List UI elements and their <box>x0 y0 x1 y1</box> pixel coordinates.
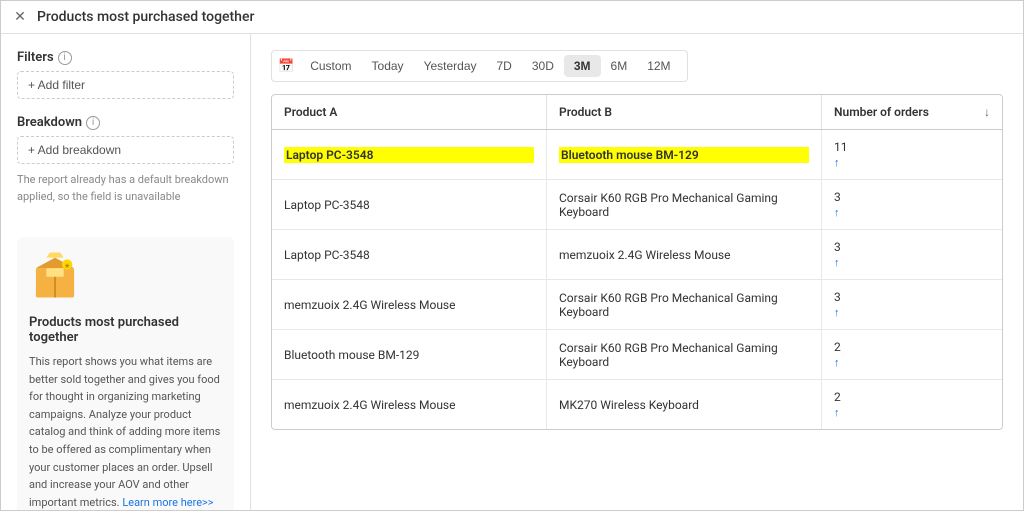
report-card-title: Products most purchased together <box>29 315 222 345</box>
cell-orders: 3↑ <box>822 230 1002 279</box>
col-header-orders[interactable]: Number of orders ↓ <box>822 95 1002 129</box>
highlighted-product-b: Bluetooth mouse BM-129 <box>559 147 809 163</box>
svg-text:★: ★ <box>64 262 70 270</box>
table-row: Laptop PC-3548Corsair K60 RGB Pro Mechan… <box>272 180 1002 230</box>
close-icon[interactable]: ✕ <box>13 10 27 24</box>
order-count: 3 <box>834 240 990 254</box>
cell-product-a: Laptop PC-3548 <box>272 180 547 229</box>
time-tab-12m[interactable]: 12M <box>637 55 680 77</box>
cell-product-a: memzuoix 2.4G Wireless Mouse <box>272 280 547 329</box>
trend-up-icon: ↑ <box>834 306 990 319</box>
table-row: Bluetooth mouse BM-129Corsair K60 RGB Pr… <box>272 330 1002 380</box>
window-title: Products most purchased together <box>37 9 254 25</box>
cell-product-b: Bluetooth mouse BM-129 <box>547 130 822 179</box>
order-count: 2 <box>834 390 990 404</box>
highlighted-product-a: Laptop PC-3548 <box>284 147 534 163</box>
breakdown-info-icon[interactable]: i <box>86 116 100 130</box>
cell-orders: 2↑ <box>822 330 1002 379</box>
report-info-card: ★ Products most purchased together This … <box>17 237 234 510</box>
add-breakdown-button[interactable]: + Add breakdown <box>17 136 234 164</box>
time-tab-30d[interactable]: 30D <box>522 55 564 77</box>
col-header-product-b: Product B <box>547 95 822 129</box>
order-count: 3 <box>834 190 990 204</box>
table-header: Product A Product B Number of orders ↓ <box>272 95 1002 130</box>
cell-product-b: Corsair K60 RGB Pro Mechanical Gaming Ke… <box>547 330 822 379</box>
time-tab-today[interactable]: Today <box>362 55 414 77</box>
cell-product-a: Bluetooth mouse BM-129 <box>272 330 547 379</box>
app-window: ✕ Products most purchased together Filte… <box>0 0 1024 511</box>
breakdown-section: Breakdown i + Add breakdown The report a… <box>17 115 234 221</box>
box-icon: ★ <box>29 249 81 301</box>
learn-more-link[interactable]: Learn more here>> <box>122 496 213 509</box>
cell-product-b: Corsair K60 RGB Pro Mechanical Gaming Ke… <box>547 180 822 229</box>
cell-orders: 3↑ <box>822 180 1002 229</box>
cell-product-b: Corsair K60 RGB Pro Mechanical Gaming Ke… <box>547 280 822 329</box>
time-tab-6m[interactable]: 6M <box>601 55 638 77</box>
time-filter-bar: 📅 CustomTodayYesterday7D30D3M6M12M <box>271 50 688 82</box>
report-panel: 📅 CustomTodayYesterday7D30D3M6M12M Produ… <box>251 34 1023 510</box>
cell-product-a: Laptop PC-3548 <box>272 130 547 179</box>
sort-icon[interactable]: ↓ <box>984 105 990 119</box>
trend-up-icon: ↑ <box>834 356 990 369</box>
breakdown-label: Breakdown i <box>17 115 234 130</box>
order-count: 11 <box>834 140 990 154</box>
filters-label: Filters i <box>17 50 234 65</box>
calendar-icon: 📅 <box>278 59 294 74</box>
trend-up-icon: ↑ <box>834 156 990 169</box>
main-content: Filters i + Add filter Breakdown i + Add… <box>1 34 1023 510</box>
trend-up-icon: ↑ <box>834 206 990 219</box>
report-card-description: This report shows you what items are bet… <box>29 353 222 510</box>
cell-orders: 3↑ <box>822 280 1002 329</box>
cell-product-a: memzuoix 2.4G Wireless Mouse <box>272 380 547 429</box>
sidebar: Filters i + Add filter Breakdown i + Add… <box>1 34 251 510</box>
table-row: Laptop PC-3548 Bluetooth mouse BM-129 11 ↑ <box>272 130 1002 180</box>
table-body: Laptop PC-3548Bluetooth mouse BM-12911↑L… <box>272 130 1002 429</box>
cell-product-b: memzuoix 2.4G Wireless Mouse <box>547 230 822 279</box>
filters-info-icon[interactable]: i <box>58 51 72 65</box>
time-tab-7d[interactable]: 7D <box>487 55 522 77</box>
trend-up-icon: ↑ <box>834 406 990 419</box>
breakdown-note: The report already has a default breakdo… <box>17 172 234 205</box>
cell-orders: 11 ↑ <box>822 130 1002 179</box>
time-tab-custom[interactable]: Custom <box>300 55 361 77</box>
table-row: memzuoix 2.4G Wireless MouseCorsair K60 … <box>272 280 1002 330</box>
add-filter-button[interactable]: + Add filter <box>17 71 234 99</box>
time-tab-yesterday[interactable]: Yesterday <box>414 55 487 77</box>
cell-orders: 2↑ <box>822 380 1002 429</box>
cell-product-a: Laptop PC-3548 <box>272 230 547 279</box>
title-bar: ✕ Products most purchased together <box>1 1 1023 34</box>
order-count: 3 <box>834 290 990 304</box>
col-header-product-a: Product A <box>272 95 547 129</box>
time-tab-3m[interactable]: 3M <box>564 55 601 77</box>
cell-product-b: MK270 Wireless Keyboard <box>547 380 822 429</box>
time-tabs-container: CustomTodayYesterday7D30D3M6M12M <box>300 55 680 77</box>
order-count: 2 <box>834 340 990 354</box>
data-table: Product A Product B Number of orders ↓ L… <box>271 94 1003 430</box>
trend-up-icon: ↑ <box>834 256 990 269</box>
table-row: memzuoix 2.4G Wireless MouseMK270 Wirele… <box>272 380 1002 429</box>
table-row: Laptop PC-3548memzuoix 2.4G Wireless Mou… <box>272 230 1002 280</box>
